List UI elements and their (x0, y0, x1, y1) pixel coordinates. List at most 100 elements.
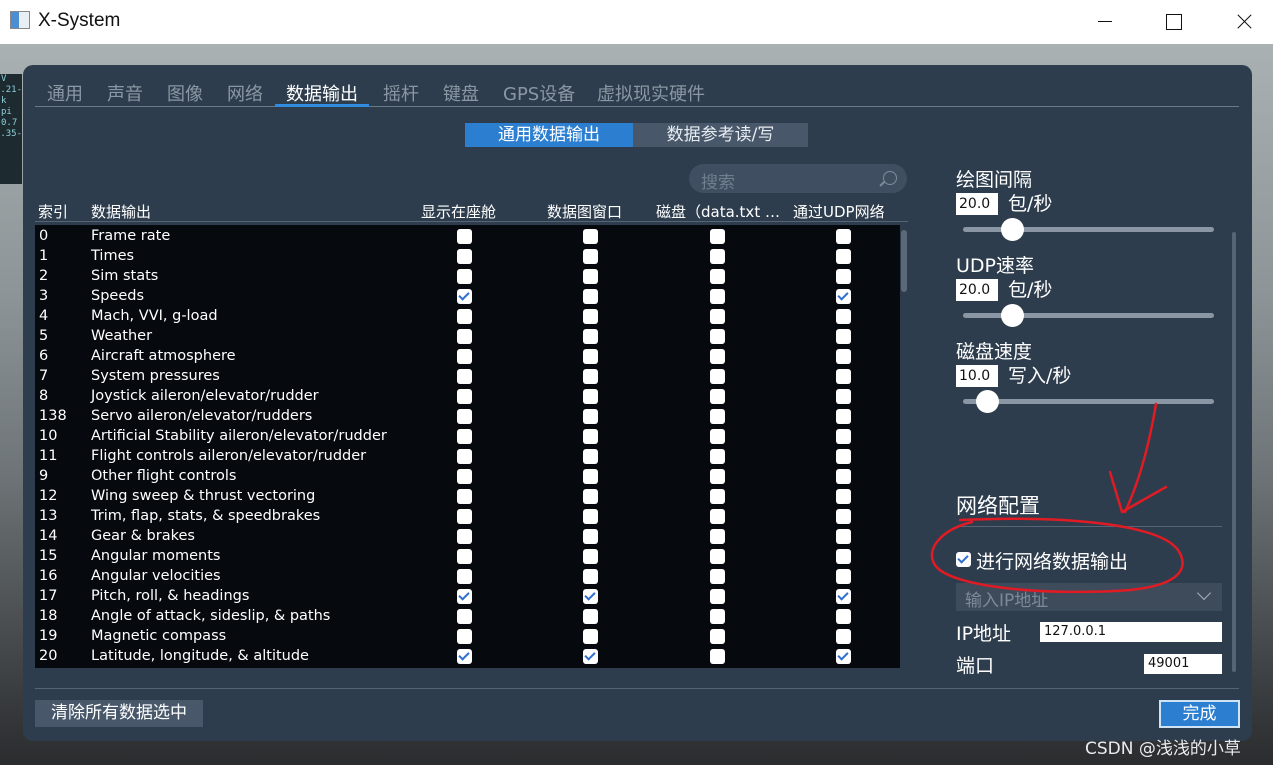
udp-checkbox[interactable] (836, 509, 851, 524)
disk-checkbox[interactable] (710, 589, 725, 604)
graph-checkbox[interactable] (583, 369, 598, 384)
cockpit-checkbox[interactable] (457, 509, 472, 524)
disk-checkbox[interactable] (710, 629, 725, 644)
graph-checkbox[interactable] (583, 389, 598, 404)
udp-checkbox[interactable] (836, 449, 851, 464)
graph-checkbox[interactable] (583, 649, 598, 664)
maximize-button[interactable] (1143, 0, 1203, 44)
graph-checkbox[interactable] (583, 269, 598, 284)
done-button[interactable]: 完成 (1159, 700, 1240, 728)
cockpit-checkbox[interactable] (457, 329, 472, 344)
graph-checkbox[interactable] (583, 489, 598, 504)
udp-checkbox[interactable] (836, 589, 851, 604)
udp-checkbox[interactable] (836, 629, 851, 644)
graph-checkbox[interactable] (583, 609, 598, 624)
udp-checkbox[interactable] (836, 309, 851, 324)
cockpit-checkbox[interactable] (457, 249, 472, 264)
graph-checkbox[interactable] (583, 549, 598, 564)
cockpit-checkbox[interactable] (457, 269, 472, 284)
port-input[interactable]: 49001 (1144, 654, 1222, 674)
disk-checkbox[interactable] (710, 249, 725, 264)
network-output-checkbox[interactable] (956, 552, 971, 567)
tab-data-output[interactable]: 数据输出 (275, 80, 369, 107)
minimize-button[interactable] (1073, 0, 1133, 44)
cockpit-checkbox[interactable] (457, 409, 472, 424)
disk-checkbox[interactable] (710, 529, 725, 544)
table-scrollbar[interactable] (901, 230, 907, 292)
network-output-label[interactable]: 进行网络数据输出 (976, 547, 1128, 574)
udp-checkbox[interactable] (836, 649, 851, 664)
plot-rate-slider-knob[interactable] (1001, 218, 1025, 241)
graph-checkbox[interactable] (583, 589, 598, 604)
disk-checkbox[interactable] (710, 349, 725, 364)
ip-address-select[interactable]: 输入IP地址 (956, 583, 1222, 611)
cockpit-checkbox[interactable] (457, 369, 472, 384)
disk-checkbox[interactable] (710, 289, 725, 304)
tab-joystick[interactable]: 摇杆 (383, 80, 419, 107)
disk-checkbox[interactable] (710, 229, 725, 244)
disk-checkbox[interactable] (710, 389, 725, 404)
udp-checkbox[interactable] (836, 549, 851, 564)
tab-network[interactable]: 网络 (227, 80, 263, 107)
disk-checkbox[interactable] (710, 329, 725, 344)
graph-checkbox[interactable] (583, 529, 598, 544)
tab-sound[interactable]: 声音 (107, 80, 143, 107)
udp-checkbox[interactable] (836, 469, 851, 484)
cockpit-checkbox[interactable] (457, 389, 472, 404)
udp-checkbox[interactable] (836, 529, 851, 544)
graph-checkbox[interactable] (583, 569, 598, 584)
tab-keyboard[interactable]: 键盘 (443, 80, 479, 107)
udp-checkbox[interactable] (836, 269, 851, 284)
cockpit-checkbox[interactable] (457, 649, 472, 664)
graph-checkbox[interactable] (583, 249, 598, 264)
graph-checkbox[interactable] (583, 329, 598, 344)
graph-checkbox[interactable] (583, 309, 598, 324)
graph-checkbox[interactable] (583, 509, 598, 524)
cockpit-checkbox[interactable] (457, 529, 472, 544)
udp-checkbox[interactable] (836, 609, 851, 624)
disk-checkbox[interactable] (710, 609, 725, 624)
udp-checkbox[interactable] (836, 229, 851, 244)
cockpit-checkbox[interactable] (457, 429, 472, 444)
graph-checkbox[interactable] (583, 229, 598, 244)
cockpit-checkbox[interactable] (457, 609, 472, 624)
udp-rate-slider[interactable] (963, 304, 1214, 327)
udp-checkbox[interactable] (836, 429, 851, 444)
cockpit-checkbox[interactable] (457, 569, 472, 584)
cockpit-checkbox[interactable] (457, 629, 472, 644)
disk-rate-slider-knob[interactable] (976, 390, 1000, 413)
disk-checkbox[interactable] (710, 269, 725, 284)
cockpit-checkbox[interactable] (457, 449, 472, 464)
disk-checkbox[interactable] (710, 449, 725, 464)
disk-checkbox[interactable] (710, 549, 725, 564)
segment-general-data-output[interactable]: 通用数据输出 (465, 123, 633, 147)
cockpit-checkbox[interactable] (457, 589, 472, 604)
cockpit-checkbox[interactable] (457, 349, 472, 364)
disk-checkbox[interactable] (710, 649, 725, 664)
udp-checkbox[interactable] (836, 489, 851, 504)
cockpit-checkbox[interactable] (457, 489, 472, 504)
disk-checkbox[interactable] (710, 369, 725, 384)
search-box[interactable]: 搜索 (689, 164, 907, 193)
tab-graphics[interactable]: 图像 (167, 80, 203, 107)
disk-checkbox[interactable] (710, 489, 725, 504)
disk-checkbox[interactable] (710, 569, 725, 584)
disk-checkbox[interactable] (710, 509, 725, 524)
tab-vr-hardware[interactable]: 虚拟现实硬件 (597, 80, 705, 107)
plot-rate-slider[interactable] (963, 218, 1214, 241)
udp-checkbox[interactable] (836, 569, 851, 584)
disk-checkbox[interactable] (710, 429, 725, 444)
cockpit-checkbox[interactable] (457, 289, 472, 304)
graph-checkbox[interactable] (583, 629, 598, 644)
segment-dataref-read-write[interactable]: 数据参考读/写 (633, 123, 808, 147)
udp-checkbox[interactable] (836, 349, 851, 364)
udp-checkbox[interactable] (836, 329, 851, 344)
disk-rate-slider[interactable] (963, 390, 1214, 413)
search-icon[interactable] (883, 171, 897, 185)
graph-checkbox[interactable] (583, 429, 598, 444)
tab-general[interactable]: 通用 (47, 80, 83, 107)
graph-checkbox[interactable] (583, 349, 598, 364)
panel-scrollbar[interactable] (1232, 232, 1236, 672)
tab-gps-device[interactable]: GPS设备 (503, 80, 575, 107)
udp-rate-slider-knob[interactable] (1001, 304, 1025, 327)
